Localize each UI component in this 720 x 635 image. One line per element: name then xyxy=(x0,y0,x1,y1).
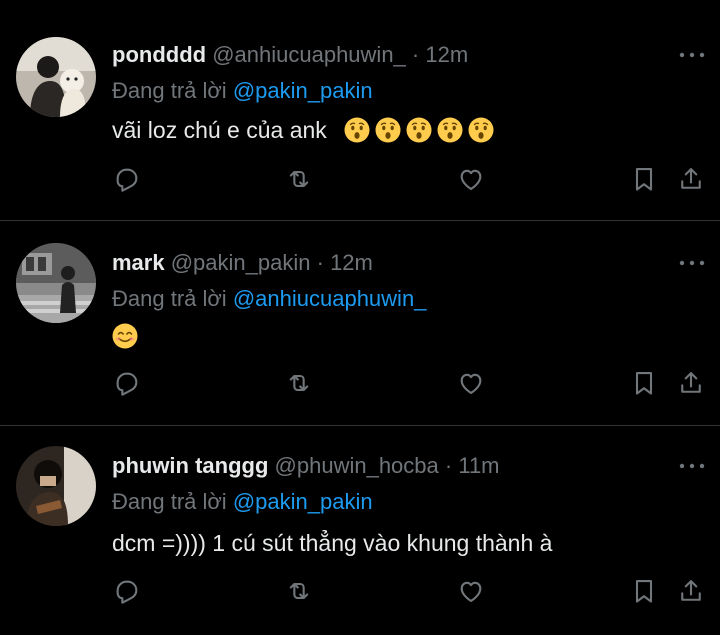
smiling-face-icon xyxy=(112,323,138,349)
tweet-text: vãi loz chú e của ank xyxy=(112,115,499,145)
reply-button[interactable] xyxy=(112,368,142,398)
separator-dot: · xyxy=(411,42,420,67)
reply-context: Đang trả lời @anhiucuaphuwin_ xyxy=(112,285,426,313)
hushed-face-icon xyxy=(343,117,370,143)
share-button[interactable] xyxy=(676,368,706,398)
share-button[interactable] xyxy=(676,164,706,194)
tweet-header: mark @pakin_pakin · 12m xyxy=(112,249,373,277)
hushed-face-icon xyxy=(405,117,432,143)
tweet[interactable]: pondddd @anhiucuaphuwin_ · 12m Đang trả … xyxy=(0,0,720,221)
more-icon xyxy=(679,260,705,266)
retweet-button[interactable] xyxy=(284,164,314,194)
more-button[interactable] xyxy=(678,458,706,474)
tweet-text-content: dcm =)))) 1 cú sút thẳng vào khung thành… xyxy=(112,530,553,556)
reply-context: Đang trả lời @pakin_pakin xyxy=(112,488,373,516)
avatar[interactable] xyxy=(16,446,96,526)
hushed-face-icon xyxy=(467,117,494,143)
timestamp[interactable]: 12m xyxy=(330,250,373,275)
share-icon xyxy=(681,372,701,393)
user-handle[interactable]: @pakin_pakin xyxy=(171,250,311,275)
display-name[interactable]: mark xyxy=(112,250,165,275)
user-handle[interactable]: @phuwin_hocba xyxy=(275,453,439,478)
user-handle[interactable]: @anhiucuaphuwin_ xyxy=(212,42,406,67)
bookmark-icon xyxy=(635,168,653,191)
more-icon xyxy=(679,463,705,469)
reply-prefix: Đang trả lời xyxy=(112,78,227,103)
retweet-icon xyxy=(289,582,309,600)
tweet-header: phuwin tanggg @phuwin_hocba · 11m xyxy=(112,452,500,480)
hushed-face-icon xyxy=(436,117,463,143)
reply-mention[interactable]: @anhiucuaphuwin_ xyxy=(233,286,427,311)
bookmark-icon xyxy=(635,580,653,603)
reply-mention[interactable]: @pakin_pakin xyxy=(233,489,373,514)
share-icon xyxy=(681,580,701,601)
bookmark-icon xyxy=(635,372,653,395)
tweet-text xyxy=(112,321,143,351)
more-button[interactable] xyxy=(678,255,706,271)
reply-prefix: Đang trả lời xyxy=(112,286,227,311)
tweet-actions xyxy=(112,576,708,608)
retweet-button[interactable] xyxy=(284,576,314,606)
reply-context: Đang trả lời @pakin_pakin xyxy=(112,77,373,105)
reply-icon xyxy=(116,168,138,192)
bookmark-button[interactable] xyxy=(629,576,659,606)
display-name[interactable]: phuwin tanggg xyxy=(112,453,268,478)
reply-mention[interactable]: @pakin_pakin xyxy=(233,78,373,103)
bookmark-button[interactable] xyxy=(629,164,659,194)
reply-button[interactable] xyxy=(112,576,142,606)
like-icon xyxy=(460,169,482,190)
timestamp[interactable]: 12m xyxy=(425,42,468,67)
like-icon xyxy=(460,373,482,394)
reply-prefix: Đang trả lời xyxy=(112,489,227,514)
like-button[interactable] xyxy=(456,576,486,606)
retweet-icon xyxy=(289,170,309,188)
bookmark-button[interactable] xyxy=(629,368,659,398)
like-icon xyxy=(460,581,482,602)
hushed-face-icon xyxy=(374,117,401,143)
more-icon xyxy=(679,52,705,58)
tweet[interactable]: phuwin tanggg @phuwin_hocba · 11m Đang t… xyxy=(0,426,720,635)
retweet-icon xyxy=(289,374,309,392)
avatar[interactable] xyxy=(16,243,96,323)
avatar[interactable] xyxy=(16,37,96,117)
like-button[interactable] xyxy=(456,368,486,398)
tweet-text-content: vãi loz chú e của ank xyxy=(112,117,327,143)
tweet-text: dcm =)))) 1 cú sút thẳng vào khung thành… xyxy=(112,528,552,558)
display-name[interactable]: pondddd xyxy=(112,42,206,67)
tweet[interactable]: mark @pakin_pakin · 12m Đang trả lời @an… xyxy=(0,221,720,426)
retweet-button[interactable] xyxy=(284,368,314,398)
like-button[interactable] xyxy=(456,164,486,194)
separator-dot: · xyxy=(444,453,453,478)
reply-icon xyxy=(116,372,138,396)
tweet-actions xyxy=(112,368,708,400)
separator-dot: · xyxy=(316,250,324,275)
share-icon xyxy=(681,168,701,189)
reply-icon xyxy=(116,580,138,604)
more-button[interactable] xyxy=(678,47,706,63)
timestamp[interactable]: 11m xyxy=(458,453,499,478)
reply-button[interactable] xyxy=(112,164,142,194)
tweet-actions xyxy=(112,164,708,196)
tweet-header: pondddd @anhiucuaphuwin_ · 12m xyxy=(112,41,468,69)
share-button[interactable] xyxy=(676,576,706,606)
